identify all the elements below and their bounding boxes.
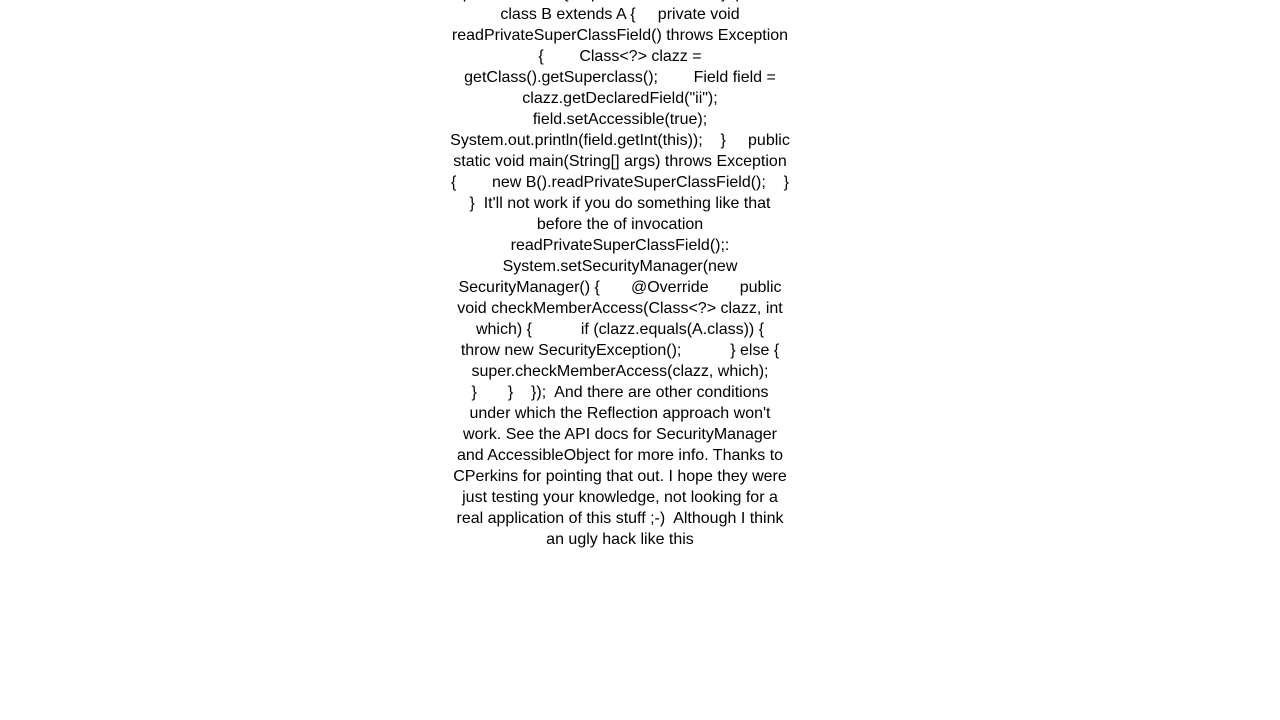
answer-body-text: public class A { private int ii = 23; } …	[450, 0, 790, 548]
page-root: public class A { private int ii = 23; } …	[0, 0, 1280, 720]
